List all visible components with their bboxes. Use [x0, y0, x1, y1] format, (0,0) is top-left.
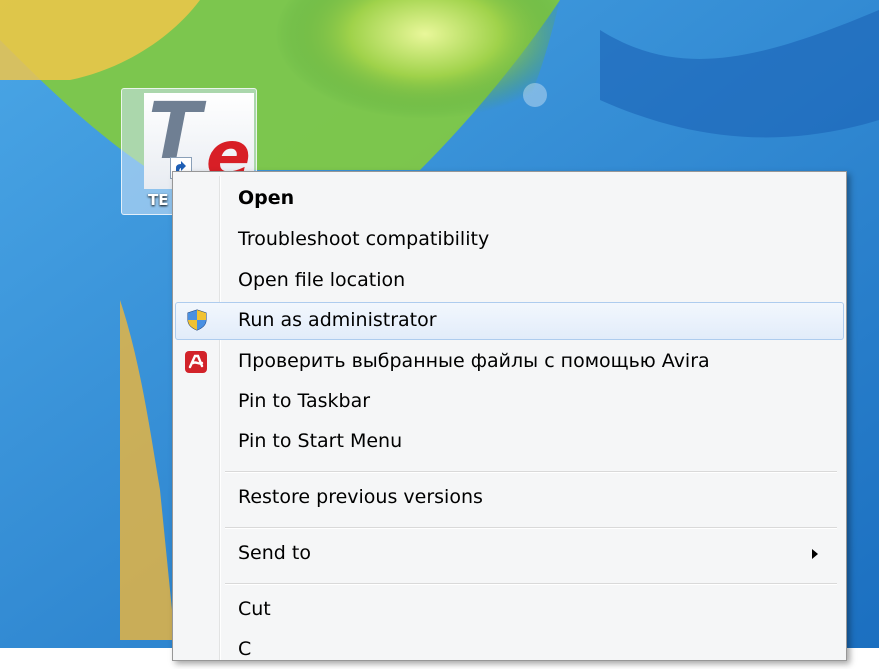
menu-separator: [225, 527, 837, 529]
menu-item-label: Restore previous versions: [238, 486, 483, 508]
menu-item-label: Pin to Taskbar: [238, 390, 371, 412]
menu-item-label: Open: [238, 187, 295, 209]
menu-item-pin-to-taskbar[interactable]: Pin to Taskbar: [175, 383, 844, 421]
menu-item-label: Send to: [238, 542, 311, 564]
menu-item-pin-to-start-menu[interactable]: Pin to Start Menu: [175, 423, 844, 461]
menu-item-label: Open file location: [238, 269, 406, 291]
menu-item-send-to[interactable]: Send to: [175, 535, 844, 573]
menu-item-label: Cut: [238, 598, 271, 620]
menu-item-scan-with-avira[interactable]: Проверить выбранные файлы с помощью Avir…: [175, 343, 844, 381]
menu-item-open[interactable]: Open: [175, 180, 844, 218]
shortcut-label: TE: [148, 191, 169, 209]
menu-item-label: Проверить выбранные файлы с помощью Avir…: [238, 350, 710, 372]
avira-icon: [185, 351, 207, 373]
menu-separator: [225, 583, 837, 585]
submenu-arrow-icon: [812, 549, 818, 559]
menu-item-open-file-location[interactable]: Open file location: [175, 262, 844, 300]
menu-item-troubleshoot-compatibility[interactable]: Troubleshoot compatibility: [175, 221, 844, 259]
menu-item-cut[interactable]: Cut: [175, 591, 844, 629]
context-menu: Open Troubleshoot compatibility Open fil…: [172, 171, 847, 661]
menu-item-copy[interactable]: C: [175, 631, 844, 669]
menu-item-label: Pin to Start Menu: [238, 430, 403, 452]
menu-item-label: Troubleshoot compatibility: [238, 228, 490, 250]
menu-item-label: Run as administrator: [238, 309, 437, 331]
menu-item-restore-previous-versions[interactable]: Restore previous versions: [175, 479, 844, 517]
menu-separator: [225, 471, 837, 473]
menu-item-run-as-administrator[interactable]: Run as administrator: [175, 302, 844, 340]
menu-item-label: C: [238, 638, 252, 660]
uac-shield-icon: [186, 309, 208, 331]
